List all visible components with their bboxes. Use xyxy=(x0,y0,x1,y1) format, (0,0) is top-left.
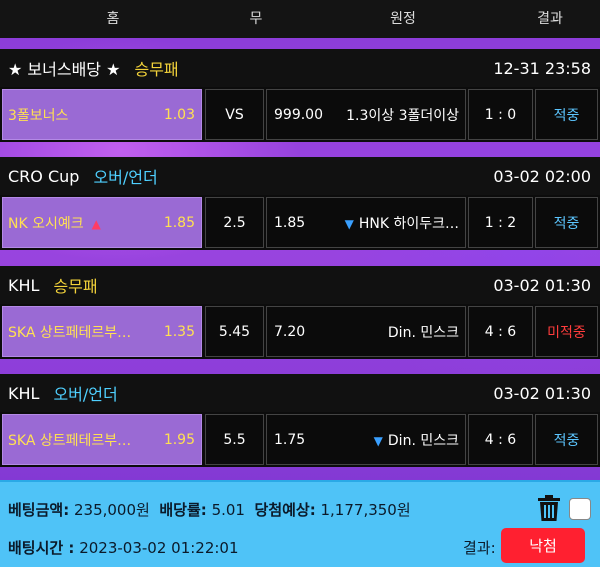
home-cell[interactable]: SKA 상트페테르부… 1.95 xyxy=(2,414,202,465)
result-status: 적중 xyxy=(553,432,580,449)
select-checkbox[interactable] xyxy=(569,498,591,520)
home-team: 3폴보너스 xyxy=(8,107,69,124)
draw-value: VS xyxy=(225,106,244,123)
home-odds: 1.35 xyxy=(163,323,195,340)
draw-cell[interactable]: 2.5 xyxy=(205,197,264,248)
away-team: Din. 민스크 xyxy=(387,324,459,341)
section-title: CRO Cup 오버/언더 03-02 02:00 xyxy=(0,157,600,195)
trash-icon[interactable] xyxy=(536,494,562,522)
bet-time: 2023-03-02 01:22:01 xyxy=(79,539,239,557)
header-result: 결과 xyxy=(537,11,563,27)
away-cell[interactable]: 999.00 1.3이상 3폴더이상 xyxy=(266,89,466,140)
home-odds: 1.03 xyxy=(163,106,195,123)
column-header: 홈 무 원정 결과 xyxy=(0,0,600,38)
result-label: 결과: xyxy=(463,539,496,557)
home-cell[interactable]: SKA 상트페테르부… 1.35 xyxy=(2,306,202,357)
league-name: CRO Cup xyxy=(8,166,80,186)
bet-row: SKA 상트페테르부… 1.95 5.5 1.75 ▼ Din. 민스크 4 : … xyxy=(0,412,600,467)
home-cell[interactable]: NK 오시예크 ▲ 1.85 xyxy=(2,197,202,248)
time-label: 배팅시간 : xyxy=(8,539,75,557)
header-draw: 무 xyxy=(249,11,263,27)
bet-row: 3폴보너스 1.03 VS 999.00 1.3이상 3폴더이상 1 : 0 적… xyxy=(0,87,600,142)
bet-type: 승무패 xyxy=(53,277,98,296)
result-status: 미적중 xyxy=(547,324,586,341)
bet-time-line: 배팅시간 : 2023-03-02 01:22:01 xyxy=(8,537,239,558)
league-name: ★ 보너스배당 ★ xyxy=(8,60,121,79)
result-cell: 미적중 xyxy=(535,306,598,357)
bet-summary-line: 베팅금액: 235,000원 배당률: 5.01 당첨예상: 1,177,350… xyxy=(8,499,411,520)
match-time: 03-02 02:00 xyxy=(493,166,591,186)
away-odds: 7.20 xyxy=(274,323,306,340)
arrow-down-icon: ▼ xyxy=(344,216,354,231)
away-cell[interactable]: 7.20 Din. 민스크 xyxy=(266,306,466,357)
arrow-up-icon: ▲ xyxy=(91,216,101,231)
score-cell: 1 : 0 xyxy=(468,89,533,140)
result-cell: 적중 xyxy=(535,89,598,140)
away-cell[interactable]: 1.75 ▼ Din. 민스크 xyxy=(266,414,466,465)
score-cell: 1 : 2 xyxy=(468,197,533,248)
score: 4 : 6 xyxy=(484,323,517,340)
result-cell: 적중 xyxy=(535,197,598,248)
result-status: 적중 xyxy=(553,107,580,124)
rate-label: 배당률: xyxy=(159,501,207,519)
result-status: 적중 xyxy=(553,215,580,232)
draw-cell[interactable]: 5.5 xyxy=(205,414,264,465)
bet-amount: 235,000원 xyxy=(73,501,150,519)
bet-type: 오버/언더 xyxy=(53,385,118,404)
home-team: SKA 상트페테르부… xyxy=(8,432,132,449)
score: 1 : 0 xyxy=(484,106,517,123)
draw-value: 5.45 xyxy=(218,323,251,340)
draw-value: 5.5 xyxy=(223,431,246,448)
home-team: NK 오시예크 xyxy=(8,215,84,232)
away-odds: 1.75 xyxy=(274,431,306,448)
bet-type: 승무패 xyxy=(134,60,179,79)
header-home: 홈 xyxy=(106,11,120,27)
result-cell: 적중 xyxy=(535,414,598,465)
away-team: Din. 민스크 xyxy=(387,432,459,449)
draw-cell[interactable]: 5.45 xyxy=(205,306,264,357)
away-team: HNK 하이두크… xyxy=(358,215,459,232)
arrow-down-icon: ▼ xyxy=(373,433,383,448)
away-cell[interactable]: 1.85 ▼ HNK 하이두크… xyxy=(266,197,466,248)
result-badge[interactable]: 낙첨 xyxy=(501,528,585,563)
odds-rate: 5.01 xyxy=(211,501,245,519)
home-odds: 1.95 xyxy=(163,431,195,448)
bet-row: SKA 상트페테르부… 1.35 5.45 7.20 Din. 민스크 4 : … xyxy=(0,304,600,359)
away-team: 1.3이상 3폴더이상 xyxy=(346,107,459,124)
bet-row: NK 오시예크 ▲ 1.85 2.5 1.85 ▼ HNK 하이두크… 1 : 2 … xyxy=(0,195,600,250)
score: 1 : 2 xyxy=(484,214,517,231)
bet-summary: 베팅금액: 235,000원 배당률: 5.01 당첨예상: 1,177,350… xyxy=(0,480,600,567)
section-title: ★ 보너스배당 ★ 승무패 12-31 23:58 xyxy=(0,49,600,87)
home-cell[interactable]: 3폴보너스 1.03 xyxy=(2,89,202,140)
bet-type: 오버/언더 xyxy=(93,168,158,187)
away-odds: 999.00 xyxy=(274,106,323,123)
amount-label: 베팅금액: xyxy=(8,501,70,519)
draw-value: 2.5 xyxy=(223,214,246,231)
header-away: 원정 xyxy=(390,11,416,27)
home-team: SKA 상트페테르부… xyxy=(8,324,132,341)
score-cell: 4 : 6 xyxy=(468,414,533,465)
score-cell: 4 : 6 xyxy=(468,306,533,357)
league-name: KHL xyxy=(8,275,40,295)
home-odds: 1.85 xyxy=(163,214,195,231)
match-time: 03-02 01:30 xyxy=(493,383,591,403)
away-odds: 1.85 xyxy=(274,214,306,231)
expected-win: 1,177,350원 xyxy=(320,501,411,519)
section-title: KHL 승무패 03-02 01:30 xyxy=(0,266,600,304)
section-title: KHL 오버/언더 03-02 01:30 xyxy=(0,374,600,412)
league-name: KHL xyxy=(8,383,40,403)
draw-cell[interactable]: VS xyxy=(205,89,264,140)
score: 4 : 6 xyxy=(484,431,517,448)
expected-label: 당첨예상: xyxy=(254,501,316,519)
match-time: 12-31 23:58 xyxy=(493,58,591,78)
match-time: 03-02 01:30 xyxy=(493,275,591,295)
